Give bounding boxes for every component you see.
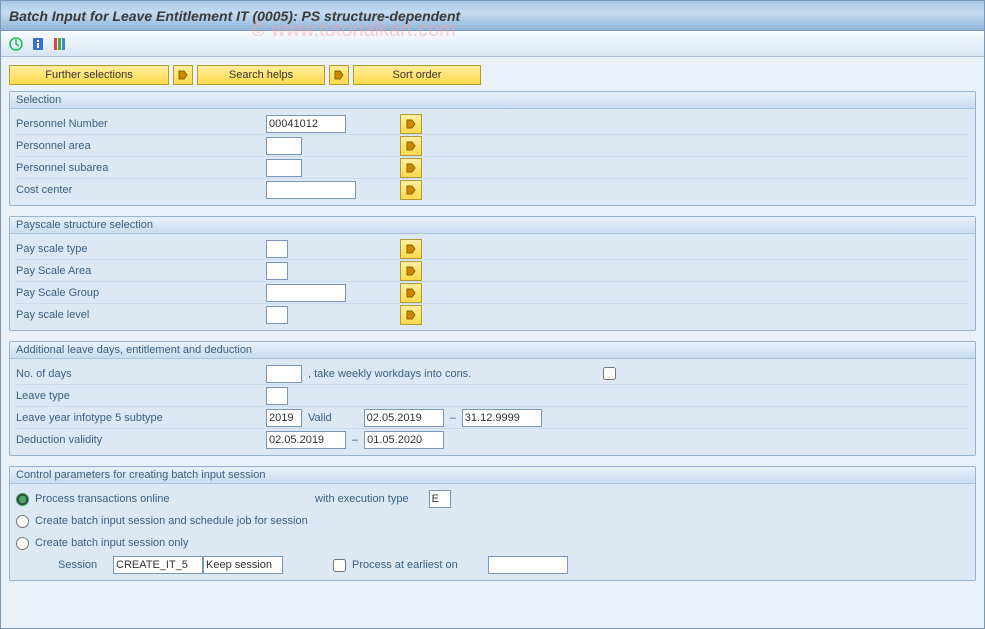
sort-order-button[interactable]: Sort order [353, 65, 481, 85]
info-icon[interactable] [29, 35, 47, 53]
search-helps-label: Search helps [229, 69, 293, 81]
leave-year-label: Leave year infotype 5 subtype [16, 412, 266, 424]
payscale-level-input[interactable] [266, 306, 288, 324]
personnel-number-multi[interactable] [400, 114, 422, 134]
create-schedule-radio[interactable] [16, 515, 29, 528]
create-schedule-label: Create batch input session and schedule … [35, 515, 308, 527]
valid-from-input[interactable] [364, 409, 444, 427]
selection-buttons: Further selections Search helps Sort ord… [9, 65, 976, 85]
workdays-text: , take weekly workdays into cons. [308, 368, 471, 380]
payscale-area-label: Pay Scale Area [16, 265, 266, 277]
cost-center-label: Cost center [16, 184, 266, 196]
session-label: Session [58, 559, 113, 571]
deduction-from-input[interactable] [266, 431, 346, 449]
payscale-type-label: Pay scale type [16, 243, 266, 255]
selection-group-title: Selection [10, 92, 975, 109]
sort-order-label: Sort order [393, 69, 442, 81]
personnel-area-label: Personnel area [16, 140, 266, 152]
payscale-group-multi[interactable] [400, 283, 422, 303]
deduction-validity-label: Deduction validity [16, 434, 266, 446]
payscale-level-label: Pay scale level [16, 309, 266, 321]
personnel-number-label: Personnel Number [16, 118, 266, 130]
workdays-checkbox[interactable] [603, 367, 616, 380]
payscale-group-label: Pay Scale Group [16, 287, 266, 299]
variant-icon[interactable] [51, 35, 69, 53]
payscale-group: Payscale structure selection Pay scale t… [9, 216, 976, 331]
dash1: – [450, 412, 456, 424]
process-earliest-label: Process at earliest on [352, 559, 458, 571]
personnel-subarea-multi[interactable] [400, 158, 422, 178]
personnel-subarea-label: Personnel subarea [16, 162, 266, 174]
create-only-label: Create batch input session only [35, 537, 188, 549]
process-online-label: Process transactions online [35, 493, 315, 505]
session-input[interactable] [113, 556, 203, 574]
payscale-group-title: Payscale structure selection [10, 217, 975, 234]
titlebar: Batch Input for Leave Entitlement IT (00… [1, 1, 984, 31]
search-helps-arrow[interactable] [173, 65, 193, 85]
search-helps-button[interactable]: Search helps [197, 65, 325, 85]
cost-center-multi[interactable] [400, 180, 422, 200]
exec-type-label: with execution type [315, 493, 409, 505]
no-of-days-label: No. of days [16, 368, 266, 380]
additional-leave-title: Additional leave days, entitlement and d… [10, 342, 975, 359]
control-params-group: Control parameters for creating batch in… [9, 466, 976, 581]
page-title: Batch Input for Leave Entitlement IT (00… [9, 8, 460, 24]
process-earliest-checkbox[interactable] [333, 559, 346, 572]
deduction-to-input[interactable] [364, 431, 444, 449]
leave-type-input[interactable] [266, 387, 288, 405]
payscale-area-multi[interactable] [400, 261, 422, 281]
personnel-area-input[interactable] [266, 137, 302, 155]
additional-leave-group: Additional leave days, entitlement and d… [9, 341, 976, 456]
payscale-area-input[interactable] [266, 262, 288, 280]
create-only-radio[interactable] [16, 537, 29, 550]
process-earliest-input [488, 556, 568, 574]
control-params-title: Control parameters for creating batch in… [10, 467, 975, 484]
sort-order-arrow[interactable] [329, 65, 349, 85]
payscale-type-input[interactable] [266, 240, 288, 258]
further-selections-label: Further selections [45, 69, 132, 81]
no-of-days-input[interactable] [266, 365, 302, 383]
personnel-area-multi[interactable] [400, 136, 422, 156]
selection-group: Selection Personnel Number Personnel are… [9, 91, 976, 206]
leave-type-label: Leave type [16, 390, 266, 402]
payscale-level-multi[interactable] [400, 305, 422, 325]
process-online-radio[interactable] [16, 493, 29, 506]
keep-session-input [203, 556, 283, 574]
execute-icon[interactable] [7, 35, 25, 53]
content-area: Further selections Search helps Sort ord… [1, 57, 984, 628]
leave-year-input[interactable] [266, 409, 302, 427]
exec-type-input[interactable] [429, 490, 451, 508]
payscale-group-input[interactable] [266, 284, 346, 302]
payscale-type-multi[interactable] [400, 239, 422, 259]
personnel-number-input[interactable] [266, 115, 346, 133]
dash2: – [352, 434, 358, 446]
system-toolbar [1, 31, 984, 57]
personnel-subarea-input[interactable] [266, 159, 302, 177]
valid-text: Valid [308, 412, 332, 424]
valid-to-input[interactable] [462, 409, 542, 427]
further-selections-button[interactable]: Further selections [9, 65, 169, 85]
cost-center-input[interactable] [266, 181, 356, 199]
